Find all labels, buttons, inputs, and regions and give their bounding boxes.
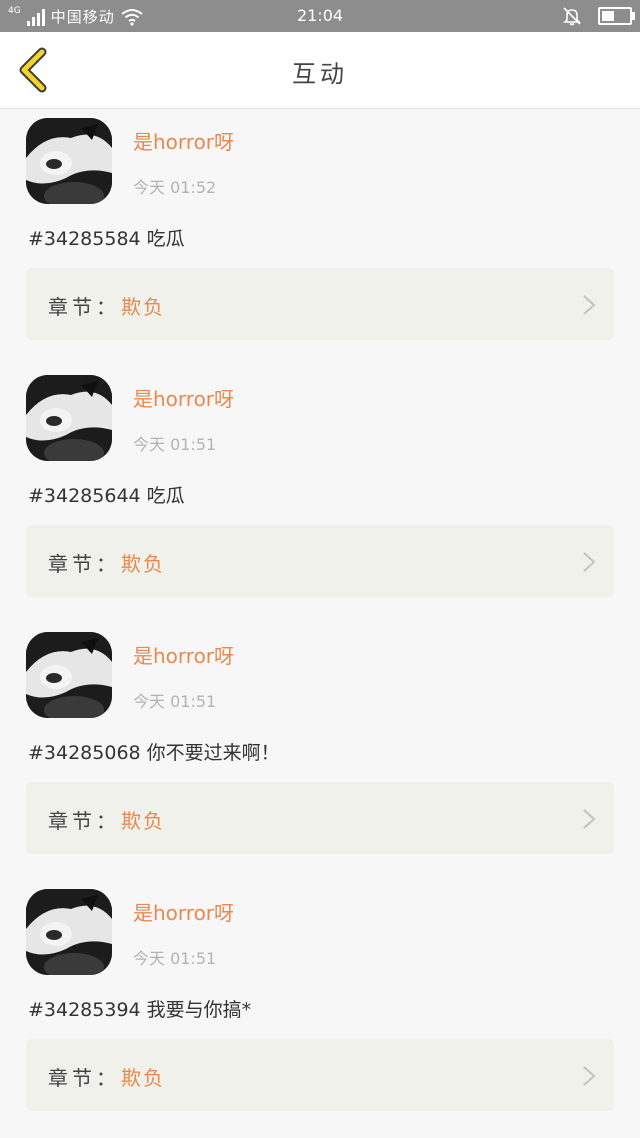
user-name[interactable]: 是horror呀	[133, 897, 234, 926]
feed-item: 是horror呀 今天 01:51 #34285068 你不要过来啊！ 章节： …	[0, 622, 640, 879]
feed-item: 是horror呀 今天 01:52 #34285584 吃瓜 章节： 欺负	[0, 108, 640, 365]
status-time: 21:04	[296, 6, 344, 25]
chapter-name: 欺负	[121, 1066, 165, 1090]
nav-bar: 互动	[0, 32, 640, 109]
avatar[interactable]	[26, 118, 112, 204]
chapter-label: 章节：	[48, 295, 120, 319]
post-content: #34285584 吃瓜	[28, 228, 185, 250]
user-name[interactable]: 是horror呀	[133, 126, 234, 155]
bell-muted-icon	[563, 7, 581, 26]
chevron-right-icon	[583, 295, 596, 315]
chapter-name: 欺负	[121, 295, 165, 319]
chapter-label: 章节：	[48, 1066, 120, 1090]
page-title: 互动	[292, 60, 348, 88]
status-right	[562, 6, 635, 26]
post-content: #34285394 我要与你搞*	[28, 999, 252, 1021]
post-time: 今天 01:51	[133, 435, 217, 454]
post-time: 今天 01:51	[133, 949, 217, 968]
post-time: 今天 01:52	[133, 178, 217, 197]
user-name[interactable]: 是horror呀	[133, 640, 234, 669]
post-content: #34285068 你不要过来啊！	[28, 742, 280, 764]
battery-level	[602, 11, 614, 21]
interaction-feed: 是horror呀 今天 01:52 #34285584 吃瓜 章节： 欺负 是h…	[0, 108, 640, 1136]
chapter-name: 欺负	[121, 552, 165, 576]
avatar[interactable]	[26, 375, 112, 461]
post-content: #34285644 吃瓜	[28, 485, 185, 507]
feed-item: 是horror呀 今天 01:51 #34285644 吃瓜 章节： 欺负	[0, 365, 640, 622]
chapter-link[interactable]: 章节： 欺负	[26, 1039, 614, 1111]
chapter-link[interactable]: 章节： 欺负	[26, 268, 614, 340]
avatar[interactable]	[26, 889, 112, 975]
chapter-label: 章节：	[48, 809, 120, 833]
status-bar: 4G 中国移动 21:04	[0, 0, 640, 32]
chapter-label: 章节：	[48, 552, 120, 576]
chapter-link[interactable]: 章节： 欺负	[26, 782, 614, 854]
chevron-right-icon	[583, 552, 596, 572]
chapter-name: 欺负	[121, 809, 165, 833]
feed-item: 是horror呀 今天 01:51 #34285394 我要与你搞* 章节： 欺…	[0, 879, 640, 1136]
user-name[interactable]: 是horror呀	[133, 383, 234, 412]
chapter-link[interactable]: 章节： 欺负	[26, 525, 614, 597]
chevron-right-icon	[583, 1066, 596, 1086]
chevron-right-icon	[583, 809, 596, 829]
avatar[interactable]	[26, 632, 112, 718]
post-time: 今天 01:51	[133, 692, 217, 711]
battery-icon	[598, 7, 635, 25]
